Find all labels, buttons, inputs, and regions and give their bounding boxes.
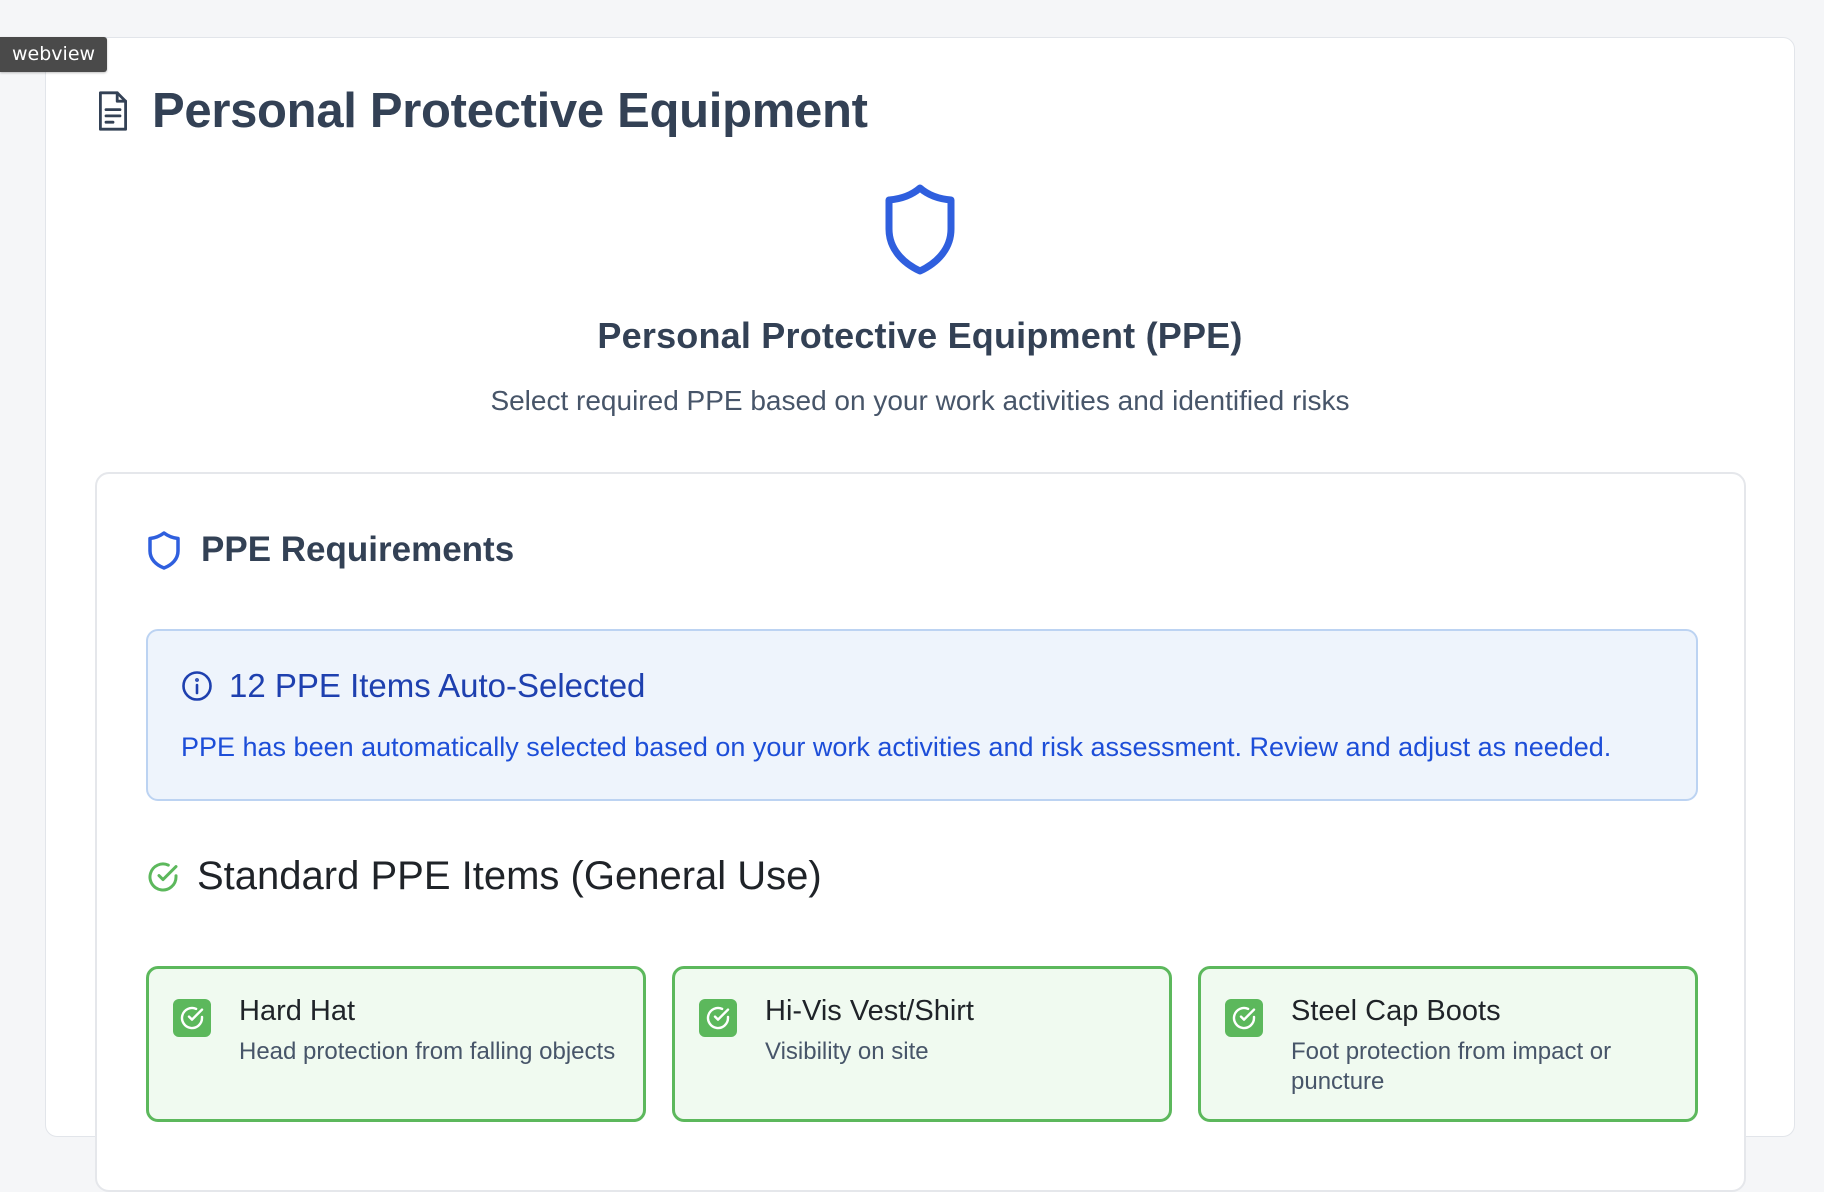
standard-ppe-grid: Hard Hat Head protection from falling ob…	[146, 966, 1698, 1122]
shield-icon	[148, 531, 180, 570]
info-icon	[182, 671, 212, 701]
page-header: Personal Protective Equipment	[96, 83, 868, 139]
checkbox-checked-icon[interactable]	[173, 999, 211, 1037]
ppe-item-name: Steel Cap Boots	[1291, 995, 1501, 1027]
checkbox-checked-icon[interactable]	[1225, 999, 1263, 1037]
ppe-requirements-title: PPE Requirements	[201, 530, 515, 569]
info-text: PPE has been automatically selected base…	[181, 732, 1612, 762]
ppe-item-name: Hi-Vis Vest/Shirt	[765, 995, 974, 1027]
ppe-requirements-card: PPE Requirements 12 PPE Items Auto-Selec…	[95, 472, 1746, 1192]
ppe-item-description: Visibility on site	[765, 1038, 929, 1065]
ppe-requirements-header: PPE Requirements	[147, 530, 514, 570]
page-card: Personal Protective Equipment Personal P…	[45, 37, 1795, 1192]
ppe-item-hi-vis[interactable]: Hi-Vis Vest/Shirt Visibility on site	[672, 966, 1172, 1122]
info-title-row: 12 PPE Items Auto-Selected	[181, 667, 645, 705]
ppe-item-name: Hard Hat	[239, 995, 356, 1027]
checkbox-checked-icon[interactable]	[699, 999, 737, 1037]
standard-ppe-title: Standard PPE Items (General Use)	[197, 854, 822, 898]
hero-section: Personal Protective Equipment (PPE) Sele…	[46, 183, 1794, 417]
ppe-item-steel-cap-boots[interactable]: Steel Cap Boots Foot protection from imp…	[1198, 966, 1698, 1122]
auto-selected-info-box: 12 PPE Items Auto-Selected PPE has been …	[146, 629, 1698, 801]
hero-subtitle: Select required PPE based on your work a…	[490, 385, 1350, 416]
page-title: Personal Protective Equipment	[152, 84, 868, 138]
standard-ppe-header: Standard PPE Items (General Use)	[147, 854, 822, 899]
webview-tag: webview	[0, 37, 108, 72]
hero-title: Personal Protective Equipment (PPE)	[597, 315, 1243, 356]
info-title: 12 PPE Items Auto-Selected	[229, 667, 646, 704]
ppe-item-description: Head protection from falling objects	[239, 1038, 616, 1065]
ppe-item-hard-hat[interactable]: Hard Hat Head protection from falling ob…	[146, 966, 646, 1122]
check-circle-icon	[148, 861, 178, 891]
shield-icon	[885, 184, 955, 275]
ppe-item-description: Foot protection from impact or puncture	[1291, 1038, 1612, 1095]
document-icon	[99, 91, 127, 131]
